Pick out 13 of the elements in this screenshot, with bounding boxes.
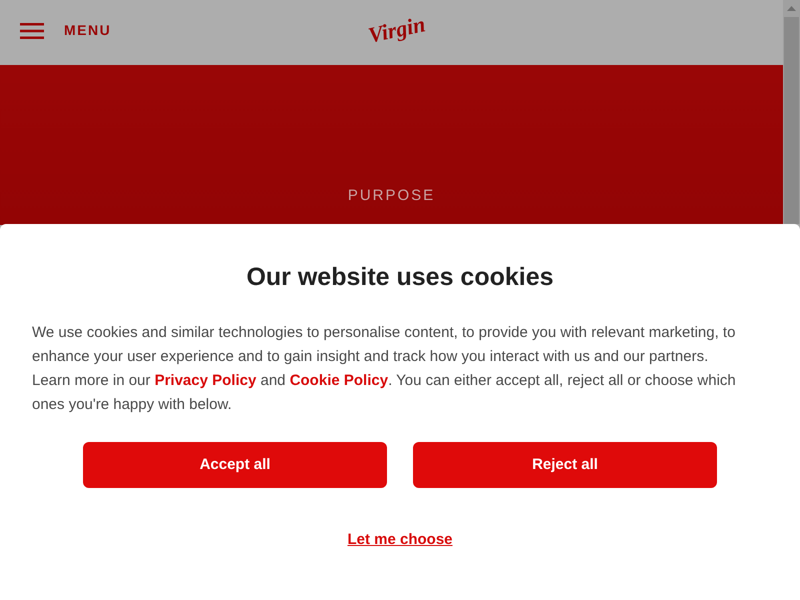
reject-all-button[interactable]: Reject all xyxy=(413,442,717,488)
policy-link[interactable]: Cookie Policy xyxy=(290,372,388,389)
let-me-choose-link[interactable]: Let me choose xyxy=(347,529,453,552)
scrollbar-thumb[interactable] xyxy=(784,17,799,224)
menu-icon xyxy=(20,22,44,38)
accept-all-button[interactable]: Accept all xyxy=(83,442,387,488)
section-label: PURPOSE xyxy=(348,186,436,205)
scroll-up-arrow-icon[interactable] xyxy=(787,6,796,11)
dialog-title: Our website uses cookies xyxy=(246,262,554,292)
policy-link[interactable]: Privacy Policy xyxy=(154,372,256,389)
menu-button[interactable]: MENU xyxy=(20,20,112,41)
cookie-notice-text: We use cookies and similar technologies to personalise content, to provide you with relevant marketing, to enhance your user experience and to gain insight and track how you interact with us and our partners. Learn more in our Privacy Policy and Cookie Policy. You can either accept all, reject all or choose which ones you're happy with below. xyxy=(32,323,737,415)
virgin-logo[interactable]: Virgin xyxy=(366,13,428,47)
